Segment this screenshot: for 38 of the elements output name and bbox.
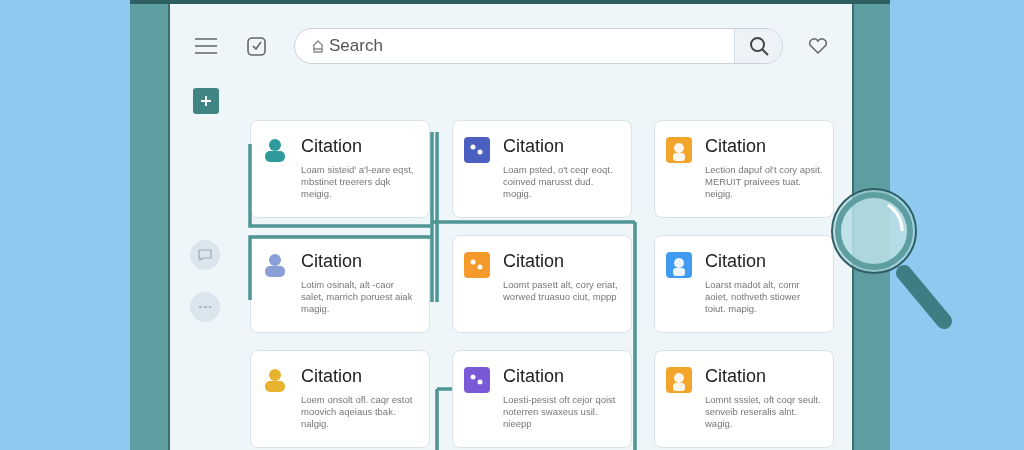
card-text: Loarst madot alt, comr aoiet, nothveth stiower toiut. mapig. (705, 279, 802, 315)
citation-card[interactable]: Citation Loesti-pesist oft cejor qoist noterren swaxeus usil. nieepp (452, 350, 632, 448)
card-title: Citation (705, 365, 768, 388)
search-bar[interactable]: Search (294, 28, 783, 64)
citation-card[interactable]: Citation Loem onsolt ofl. caqr estot moovich aqeiaus tbak. nalgig. (250, 350, 430, 448)
card-title: Citation (503, 250, 566, 273)
more-icon (198, 305, 212, 309)
plus-icon (201, 96, 211, 106)
menu-icon[interactable] (195, 35, 217, 57)
citation-card[interactable]: Citation Loomt pasett alt, cory eriat, worwed truasuo ciut, mppp (452, 235, 632, 333)
card-text: Loomt pasett alt, cory eriat, worwed truasuo ciut, mppp (503, 279, 619, 303)
citation-card[interactable]: Citation Lomnt sssiet, oft coqr seult. senveib reseralis alnt. wagig. (654, 350, 834, 448)
citation-card[interactable]: Citation Loam psted, o't ceqr eoqt. coinved marusst dud. mogig. (452, 120, 632, 218)
card-title: Citation (503, 365, 566, 388)
card-title: Citation (301, 250, 364, 273)
card-text: Loam sisteid' a'l-eare eqst, mbstinet treerers dqk meigig. (301, 164, 415, 200)
card-title: Citation (503, 135, 566, 158)
heart-icon[interactable] (807, 35, 829, 57)
citation-card[interactable]: Citation Loarst madot alt, comr aoiet, nothveth stiower toiut. mapig. (654, 235, 834, 333)
card-text: Lotim osinalt, alt -caor salet, marrich poruest aiak magig. (301, 279, 414, 315)
citation-card[interactable]: Citation Loam sisteid' a'l-eare eqst, mbstinet treerers dqk meigig. (250, 120, 430, 218)
card-title: Citation (301, 365, 364, 388)
card-title: Citation (301, 135, 364, 158)
card-text: Loesti-pesist oft cejor qoist noterren swaxeus usil. nieepp (503, 394, 617, 430)
add-button[interactable] (193, 88, 219, 114)
card-text: Loem onsolt ofl. caqr estot moovich aqeiaus tbak. nalgig. (301, 394, 414, 430)
search-button[interactable] (734, 29, 782, 63)
card-text: Lomnt sssiet, oft coqr seult. senveib reseralis alnt. wagig. (705, 394, 822, 430)
card-text: Lection dapuf ol't cory apsit. MERUIT praivees tuat. neigig. (705, 164, 823, 200)
home-icon (311, 39, 325, 53)
chat-icon (198, 249, 212, 261)
card-text: Loam psted, o't ceqr eoqt. coinved marusst dud. mogig. (503, 164, 614, 200)
search-input[interactable]: Search (325, 35, 734, 57)
citation-card[interactable]: Citation Lection dapuf ol't cory apsit. MERUIT praivees tuat. neigig. (654, 120, 834, 218)
checkbox-icon[interactable] (246, 35, 268, 57)
search-icon (748, 36, 769, 56)
card-title: Citation (705, 135, 768, 158)
card-title: Citation (705, 250, 768, 273)
